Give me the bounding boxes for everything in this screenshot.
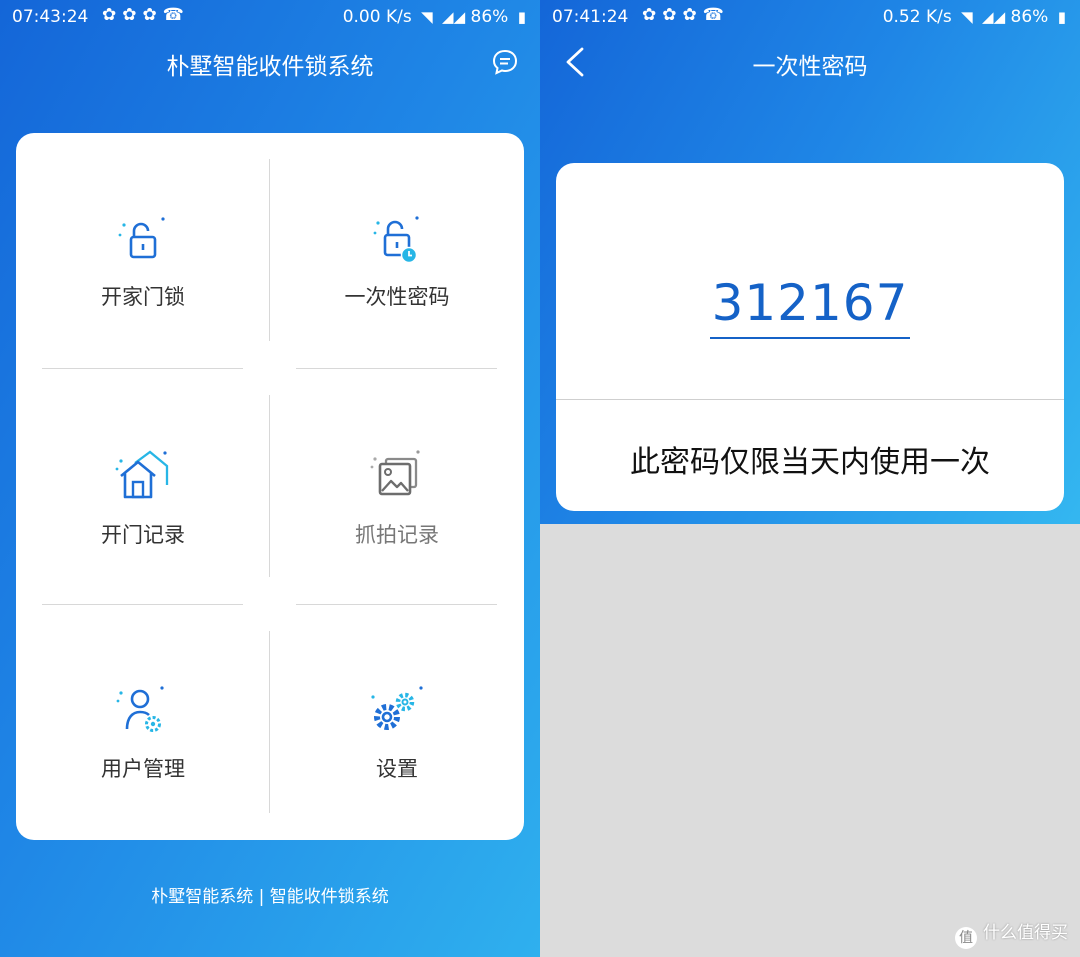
app-title: 朴墅智能收件锁系统 [166, 54, 374, 80]
divider [556, 399, 1064, 400]
watermark-logo: 值 [955, 927, 977, 949]
menu-item-label: 开家门锁 [101, 285, 185, 309]
divider [42, 604, 243, 605]
menu-item-label: 抓拍记录 [355, 523, 439, 547]
photo-gallery-icon [370, 450, 420, 496]
one-time-password-icon [373, 216, 419, 264]
menu-card: 开家门锁 一次性密码 开门记录 抓拍记录 用户管理 设置 [16, 133, 524, 840]
gears-icon [371, 686, 423, 730]
password-card: 312167 此密码仅限当天内使用一次 [556, 163, 1064, 511]
divider [296, 604, 497, 605]
divider [296, 368, 497, 369]
battery-level: 86% [1010, 7, 1049, 27]
menu-item-label: 用户管理 [101, 757, 185, 781]
network-speed: 0.00 K/s [342, 7, 412, 27]
divider [42, 368, 243, 369]
menu-item-label: 设置 [376, 757, 418, 781]
status-bar: 07:41:24 ✿✿✿☎ 0.52 K/s ◥ ◢◢ 86% ▮ [540, 0, 1080, 34]
unlock-icon [118, 217, 165, 259]
notification-icons: ✿✿✿☎ [642, 5, 730, 25]
password-usage-note: 此密码仅限当天内使用一次 [630, 445, 990, 480]
message-icon[interactable] [491, 48, 519, 76]
menu-item-label: 开门记录 [101, 523, 185, 547]
page-title: 一次性密码 [752, 54, 868, 80]
menu-item-settings[interactable]: 设置 [270, 685, 524, 783]
status-time: 07:43:24 [12, 7, 89, 27]
watermark: 值什么值得买 [955, 918, 1068, 949]
signal-icon: ◢◢ [982, 8, 1006, 26]
battery-icon: ▮ [517, 8, 526, 26]
status-right: 0.00 K/s ◥ ◢◢ 86% ▮ [343, 7, 526, 27]
status-time: 07:41:24 [552, 7, 629, 27]
menu-item-label: 一次性密码 [344, 285, 450, 309]
battery-icon: ▮ [1057, 8, 1066, 26]
menu-item-door-records[interactable]: 开门记录 [16, 449, 270, 549]
house-icon [115, 450, 169, 499]
status-right: 0.52 K/s ◥ ◢◢ 86% ▮ [883, 7, 1066, 27]
wifi-icon: ◥ [421, 8, 433, 26]
status-bar: 07:43:24 ✿✿✿☎ 0.00 K/s ◥ ◢◢ 86% ▮ [0, 0, 540, 34]
password-container: 312167 [556, 271, 1064, 339]
battery-level: 86% [470, 7, 509, 27]
menu-item-snapshot-records[interactable]: 抓拍记录 [270, 449, 524, 549]
watermark-text: 什么值得买 [983, 923, 1068, 943]
menu-item-open-door[interactable]: 开家门锁 [16, 215, 270, 311]
signal-icon: ◢◢ [442, 8, 466, 26]
wifi-icon: ◥ [961, 8, 973, 26]
user-gear-icon [116, 686, 164, 732]
menu-item-one-time-password[interactable]: 一次性密码 [270, 215, 524, 311]
menu-item-user-management[interactable]: 用户管理 [16, 685, 270, 783]
notification-icons: ✿✿✿☎ [102, 5, 190, 25]
main-menu-screen: 07:43:24 ✿✿✿☎ 0.00 K/s ◥ ◢◢ 86% ▮ 朴墅智能收件… [0, 0, 540, 957]
one-time-password-value: 312167 [709, 271, 911, 339]
network-speed: 0.52 K/s [882, 7, 952, 27]
footer-text: 朴墅智能系统 | 智能收件锁系统 [151, 887, 389, 907]
